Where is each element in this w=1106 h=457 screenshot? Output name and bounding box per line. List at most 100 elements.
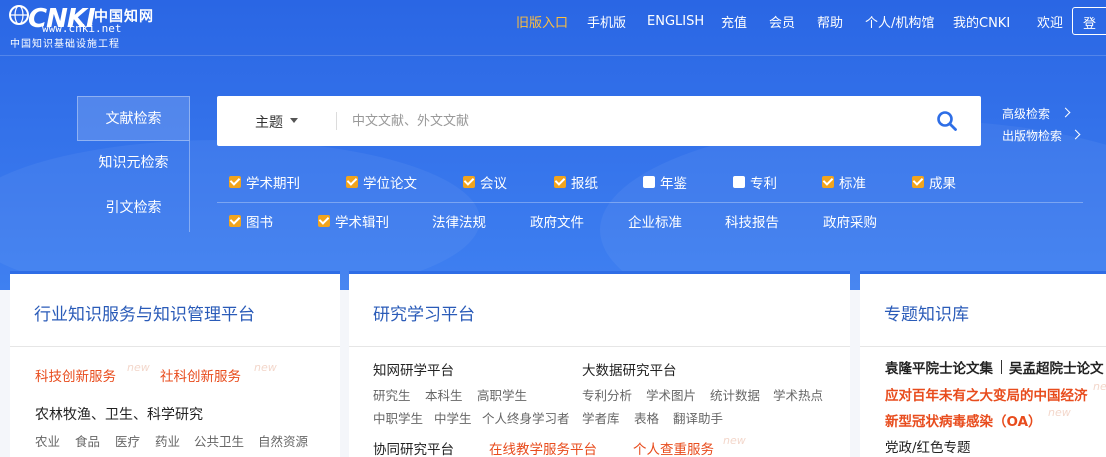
card-title[interactable]: 行业知识服务与知识管理平台: [34, 300, 255, 325]
filter-enterprise-standards[interactable]: 企业标准: [628, 206, 682, 236]
tag-public-health[interactable]: 公共卫生: [194, 431, 244, 450]
checkbox[interactable]: [229, 215, 241, 227]
link-covid-oa[interactable]: 新型冠状病毒感染（OA）: [885, 410, 1042, 430]
advanced-links: 高级检索 出版物检索: [1002, 103, 1062, 147]
search-input[interactable]: [352, 108, 912, 134]
card-divider: [10, 346, 340, 347]
filter-conference[interactable]: 会议: [463, 167, 507, 197]
filter-gov-documents[interactable]: 政府文件: [530, 206, 584, 236]
checkbox[interactable]: [822, 176, 834, 188]
checkbox[interactable]: [463, 176, 475, 188]
link-plagiarism-check[interactable]: 个人查重服务: [633, 438, 714, 457]
top-bar: CNKI 中国知网 www.cnki.net 中国知识基础设施工程 旧版入口 手…: [0, 0, 1106, 56]
search-type-tabs: 文献检索 知识元检索 引文检索: [77, 96, 190, 232]
tag-agriculture[interactable]: 农业: [35, 431, 60, 450]
nav-member[interactable]: 会员: [769, 0, 795, 42]
nav-recharge[interactable]: 充值: [721, 0, 747, 42]
tag-graduate[interactable]: 研究生: [373, 385, 411, 404]
cnki-logo[interactable]: CNKI 中国知网 www.cnki.net 中国知识基础设施工程: [8, 4, 168, 50]
search-scope-select[interactable]: 主题: [255, 112, 283, 132]
filter-yearbook[interactable]: 年鉴: [643, 167, 687, 197]
section-agriculture-health[interactable]: 农林牧渔、卫生、科学研究: [35, 404, 203, 424]
new-badge: new: [1048, 406, 1071, 419]
filter-gov-procurement[interactable]: 政府采购: [823, 206, 877, 236]
tab-knowledge-search[interactable]: 知识元检索: [77, 141, 190, 186]
link-bigdata-platform[interactable]: 大数据研究平台: [582, 359, 677, 379]
globe-icon: [9, 5, 29, 25]
advanced-search-link[interactable]: 高级检索: [1002, 103, 1062, 125]
nav-old-version[interactable]: 旧版入口: [516, 0, 568, 42]
chevron-down-icon[interactable]: [290, 118, 298, 123]
checkbox[interactable]: [912, 176, 924, 188]
checkbox[interactable]: [318, 215, 330, 227]
link-tech-innovation[interactable]: 科技创新服务: [35, 365, 116, 385]
link-china-economy[interactable]: 应对百年未有之大变局的中国经济: [885, 384, 1088, 404]
checkbox[interactable]: [554, 176, 566, 188]
filter-row-2: 图书 学术辑刊 法律法规 政府文件 企业标准 科技报告 政府采购: [217, 206, 1083, 236]
checkbox[interactable]: [733, 176, 745, 188]
tag-translation[interactable]: 翻译助手: [673, 408, 723, 427]
nav-welcome: 欢迎: [1037, 15, 1064, 31]
tag-natural-resources[interactable]: 自然资源: [258, 431, 308, 450]
tag-statistics[interactable]: 统计数据: [710, 385, 760, 404]
filter-academic-series[interactable]: 学术辑刊: [318, 206, 389, 236]
tag-medical[interactable]: 医疗: [115, 431, 140, 450]
filter-book[interactable]: 图书: [229, 206, 273, 236]
tag-academic-images[interactable]: 学术图片: [646, 385, 696, 404]
tag-lifelong-learner[interactable]: 个人终身学习者: [482, 408, 570, 427]
link-wu-mengchao[interactable]: 吴孟超院士论文: [1009, 357, 1104, 377]
new-badge: new: [254, 361, 277, 374]
filter-journal[interactable]: 学术期刊: [229, 167, 300, 197]
new-badge: new: [127, 361, 150, 374]
new-badge: new: [1093, 380, 1106, 393]
checkbox[interactable]: [643, 176, 655, 188]
filter-standard[interactable]: 标准: [822, 167, 866, 197]
filter-tech-reports[interactable]: 科技报告: [725, 206, 779, 236]
nav-my-cnki[interactable]: 我的CNKI: [953, 0, 1010, 42]
link-online-teaching[interactable]: 在线教学服务平台: [489, 438, 597, 457]
tag-food[interactable]: 食品: [75, 431, 100, 450]
tag-pharma[interactable]: 药业: [155, 431, 180, 450]
link-social-innovation[interactable]: 社科创新服务: [160, 365, 241, 385]
filter-newspaper[interactable]: 报纸: [554, 167, 598, 197]
topbar-divider: [0, 55, 1106, 56]
card-title[interactable]: 研究学习平台: [373, 300, 475, 325]
filters-divider: [217, 202, 1083, 203]
tag-middle-school[interactable]: 中学生: [434, 408, 472, 427]
nav-english[interactable]: ENGLISH: [647, 0, 704, 42]
link-yanxue-platform[interactable]: 知网研学平台: [373, 359, 454, 379]
card-industry-knowledge: 行业知识服务与知识管理平台 科技创新服务 new 社科创新服务 new 农林牧渔…: [10, 271, 340, 457]
card-title[interactable]: 专题知识库: [884, 300, 969, 325]
nav-personal-institution[interactable]: 个人/机构馆: [865, 0, 934, 42]
filter-row-1: 学术期刊 学位论文 会议 报纸 年鉴 专利 标准 成果: [217, 167, 1083, 197]
nav-help[interactable]: 帮助: [817, 0, 843, 42]
search-box: 主题: [217, 96, 981, 146]
tab-citation-search[interactable]: 引文检索: [77, 186, 190, 231]
filter-laws[interactable]: 法律法规: [432, 206, 486, 236]
tabs-divider: [189, 141, 190, 232]
link-yuan-longping[interactable]: 袁隆平院士论文集: [885, 357, 993, 377]
search-icon[interactable]: [935, 109, 959, 133]
new-badge: new: [723, 434, 746, 447]
tag-vocational-college[interactable]: 高职学生: [477, 385, 527, 404]
checkbox[interactable]: [346, 176, 358, 188]
search-divider: [336, 112, 337, 130]
tag-vocational-student[interactable]: 中职学生: [373, 408, 423, 427]
tag-patent-analysis[interactable]: 专利分析: [582, 385, 632, 404]
link-collaborative-research[interactable]: 协同研究平台: [373, 438, 454, 457]
card-divider: [860, 346, 1106, 347]
tag-hot-topics[interactable]: 学术热点: [773, 385, 823, 404]
tab-literature-search[interactable]: 文献检索: [77, 96, 190, 141]
nav-mobile[interactable]: 手机版: [587, 0, 626, 42]
link-party-topics[interactable]: 党政/红色专题: [885, 436, 971, 456]
publication-search-link[interactable]: 出版物检索: [1002, 125, 1062, 147]
tag-undergraduate[interactable]: 本科生: [425, 385, 463, 404]
login-button[interactable]: 登: [1072, 7, 1106, 35]
checkbox[interactable]: [229, 176, 241, 188]
filter-achievement[interactable]: 成果: [912, 167, 956, 197]
tag-scholar-library[interactable]: 学者库: [582, 408, 620, 427]
filter-thesis[interactable]: 学位论文: [346, 167, 417, 197]
tag-tables[interactable]: 表格: [634, 408, 659, 427]
card-research-learning: 研究学习平台 知网研学平台 研究生 本科生 高职学生 中职学生 中学生 个人终身…: [349, 271, 850, 457]
filter-patent[interactable]: 专利: [733, 167, 777, 197]
